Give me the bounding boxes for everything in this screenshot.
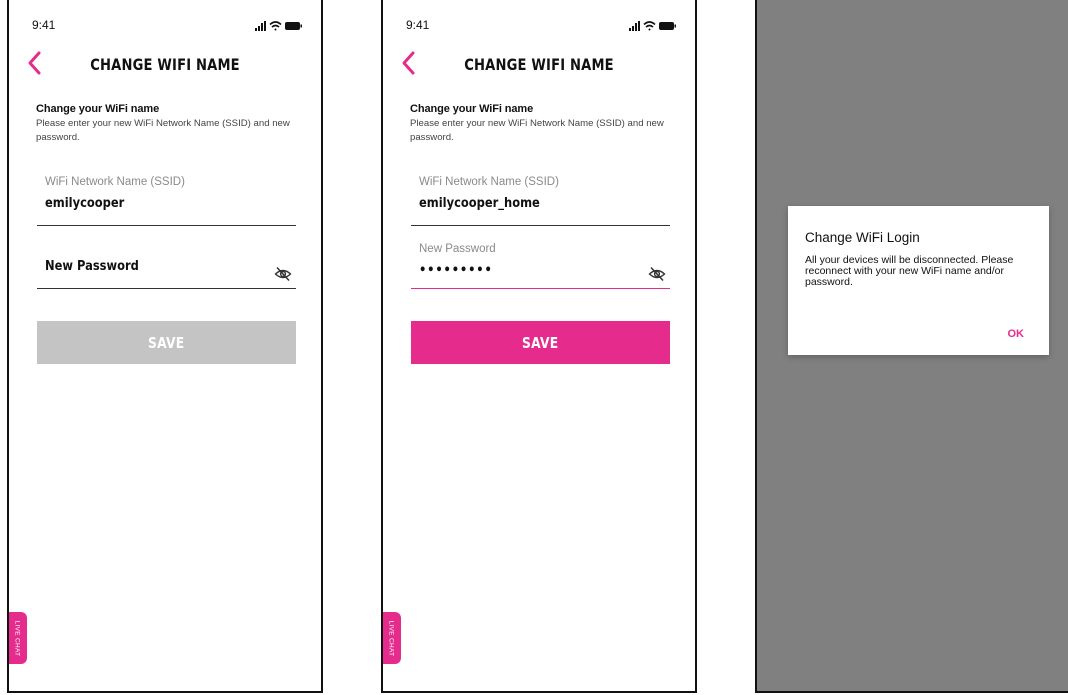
password-field-label: New Password xyxy=(419,243,496,255)
ok-button[interactable]: OK xyxy=(1008,328,1025,340)
status-time: 9:41 xyxy=(406,18,430,32)
wifi-icon xyxy=(643,21,656,31)
live-chat-tab[interactable]: LIVE CHAT xyxy=(383,612,401,664)
save-button-label: SAVE xyxy=(148,333,185,352)
ssid-field-underline xyxy=(411,225,670,226)
cellular-signal-icon xyxy=(629,21,640,31)
password-input[interactable]: New Password xyxy=(45,258,139,274)
save-button[interactable]: SAVE xyxy=(411,321,670,364)
change-wifi-login-dialog: Change WiFi Login All your devices will … xyxy=(788,206,1049,355)
phone-screen-change-wifi-name-empty: 9:41 CHANGE WIFI NAME Change your WiFi n… xyxy=(7,0,323,693)
ssid-field-underline xyxy=(37,225,296,226)
page-title: CHANGE WIFI NAME xyxy=(464,55,614,74)
ssid-input[interactable]: emilycooper_home xyxy=(419,195,540,211)
save-button[interactable]: SAVE xyxy=(37,321,296,364)
intro-text: Please enter your new WiFi Network Name … xyxy=(410,118,664,143)
page-title: CHANGE WIFI NAME xyxy=(90,55,240,74)
battery-icon xyxy=(285,22,302,30)
status-time: 9:41 xyxy=(32,18,56,32)
password-field-underline xyxy=(37,288,296,289)
phone-screen-confirm-dialog: Change WiFi Login All your devices will … xyxy=(755,0,1068,693)
intro-text: Please enter your new WiFi Network Name … xyxy=(36,118,290,143)
intro-heading: Change your WiFi name xyxy=(410,103,534,115)
status-icons xyxy=(629,21,676,31)
password-field-underline xyxy=(411,288,670,289)
eye-off-icon[interactable] xyxy=(648,266,666,282)
live-chat-tab[interactable]: LIVE CHAT xyxy=(9,612,27,664)
phone-screen-change-wifi-name-filled: 9:41 CHANGE WIFI NAME Change your WiFi n… xyxy=(381,0,697,693)
ssid-field-label: WiFi Network Name (SSID) xyxy=(45,176,185,188)
status-bar: 9:41 xyxy=(9,0,321,34)
eye-off-icon[interactable] xyxy=(274,266,292,282)
password-input[interactable]: ••••••••• xyxy=(419,262,493,278)
ssid-field-label: WiFi Network Name (SSID) xyxy=(419,176,559,188)
save-button-label: SAVE xyxy=(522,333,559,352)
dialog-title: Change WiFi Login xyxy=(805,230,920,245)
status-bar: 9:41 xyxy=(383,0,695,34)
ssid-input[interactable]: emilycooper xyxy=(45,195,124,211)
dialog-message: All your devices will be disconnected. P… xyxy=(805,254,1014,288)
live-chat-label: LIVE CHAT xyxy=(387,620,395,656)
status-icons xyxy=(255,21,302,31)
battery-icon xyxy=(659,22,676,30)
live-chat-label: LIVE CHAT xyxy=(13,620,21,656)
cellular-signal-icon xyxy=(255,21,266,31)
wifi-icon xyxy=(269,21,282,31)
intro-heading: Change your WiFi name xyxy=(36,103,160,115)
